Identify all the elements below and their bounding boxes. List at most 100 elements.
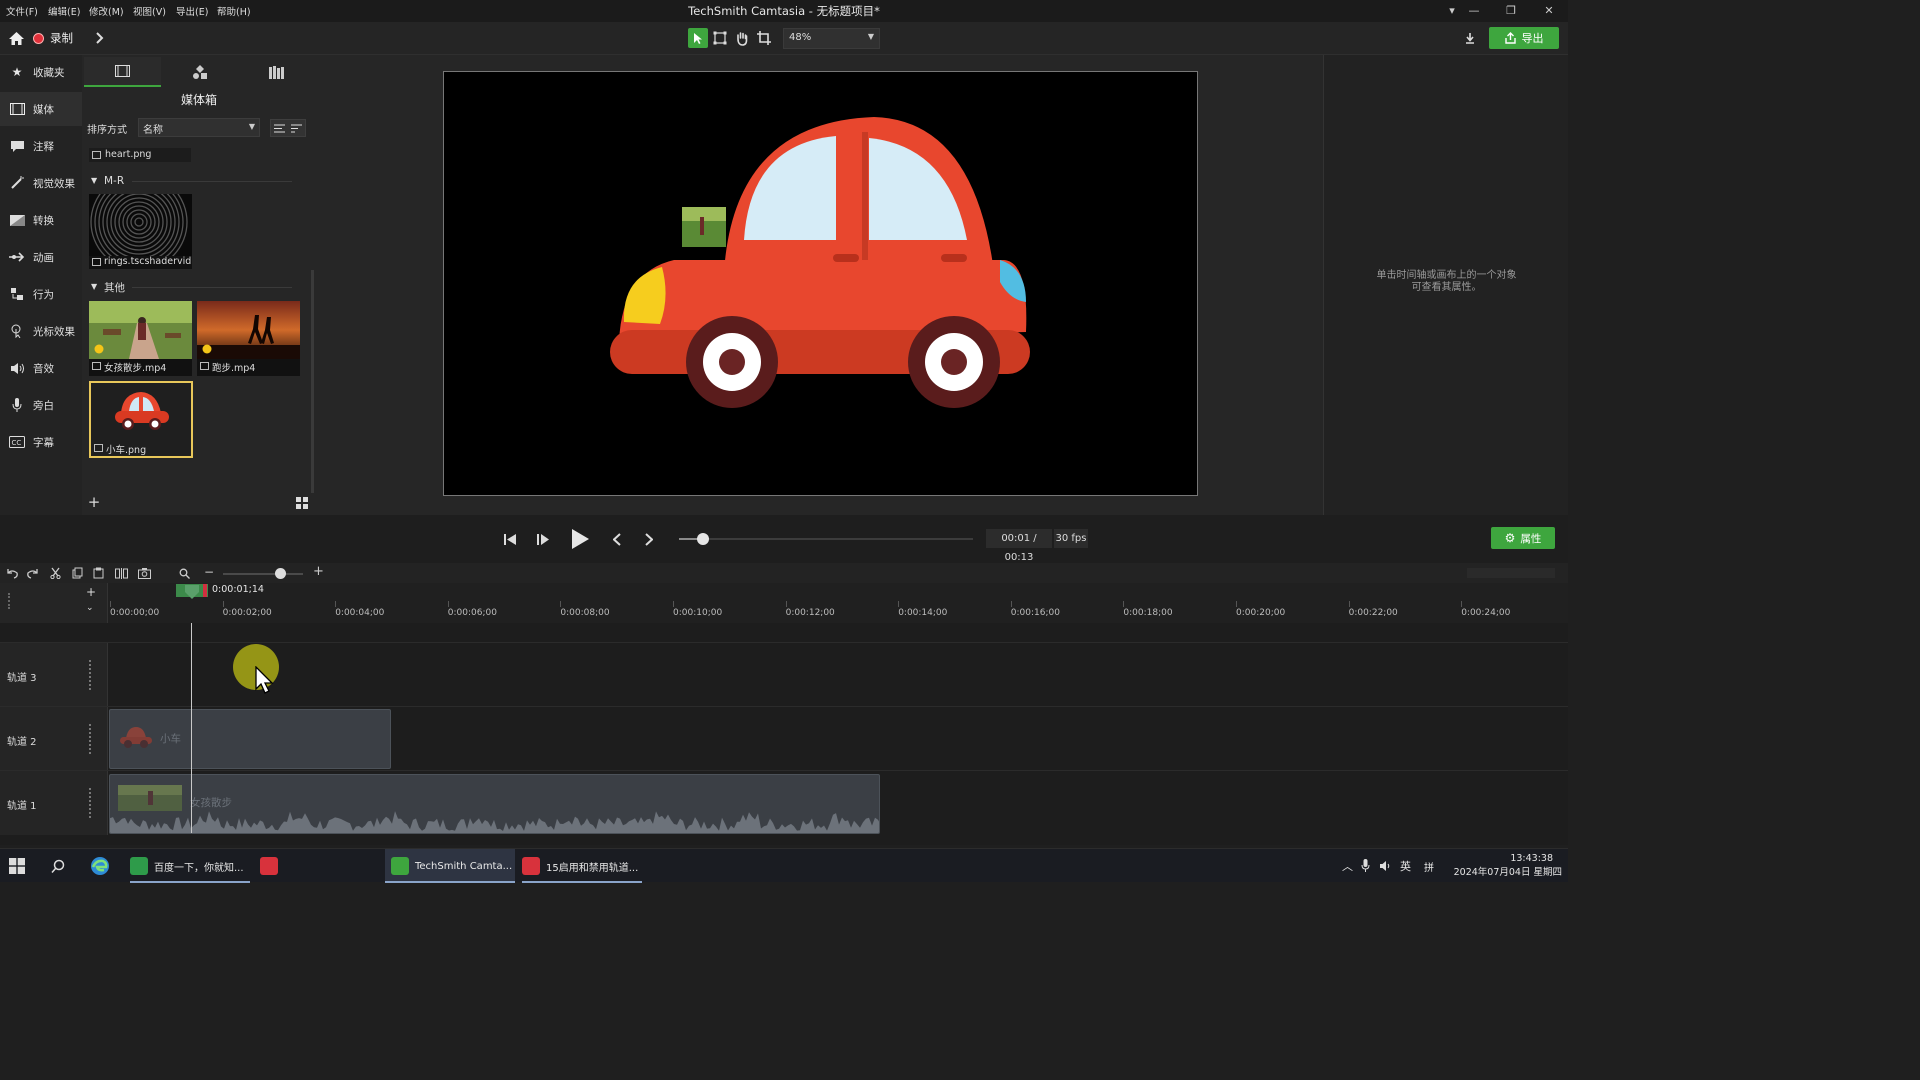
clock[interactable]: 13:43:38 2024年07月04日 星期四: [1450, 852, 1562, 880]
collapse-icon[interactable]: ▼: [91, 176, 97, 185]
export-button[interactable]: 导出: [1489, 27, 1559, 49]
transform-tool-icon[interactable]: [710, 28, 730, 48]
nav-animations[interactable]: 动画: [0, 240, 82, 274]
nav-media[interactable]: 媒体: [0, 92, 82, 126]
ime-indicator[interactable]: 英: [1400, 849, 1411, 883]
chevron-down-icon[interactable]: ⌄: [86, 603, 94, 613]
select-tool-icon[interactable]: [688, 28, 708, 48]
media-item-running[interactable]: 跑步.mp4: [197, 301, 300, 376]
nav-voice-narration[interactable]: 旁白: [0, 388, 82, 422]
add-media-button[interactable]: +: [84, 495, 104, 511]
next-icon[interactable]: [639, 529, 659, 549]
tray-volume-icon[interactable]: [1379, 849, 1392, 883]
media-item-heart[interactable]: heart.png: [89, 148, 191, 162]
track-1[interactable]: 轨道 1 女孩散步: [0, 770, 1568, 835]
cut-icon[interactable]: [45, 563, 65, 583]
ime-mode[interactable]: 拼: [1424, 849, 1434, 883]
menu-view[interactable]: 视图(V): [133, 4, 166, 18]
previous-icon[interactable]: [607, 529, 627, 549]
collapse-icon[interactable]: ▼: [91, 282, 97, 291]
tick-label: 0:00:06;00: [447, 608, 497, 618]
nav-captions[interactable]: CC 字幕: [0, 425, 82, 459]
tray-mic-icon[interactable]: [1361, 849, 1370, 883]
restore-button[interactable]: ❐: [1500, 2, 1522, 20]
dropdown-icon[interactable]: ▾: [1441, 2, 1463, 20]
nav-transitions[interactable]: 转换: [0, 203, 82, 237]
paste-icon[interactable]: [88, 563, 108, 583]
menu-file[interactable]: 文件(F): [6, 4, 38, 18]
play-frame-icon[interactable]: [533, 529, 553, 549]
menu-help[interactable]: 帮助(H): [217, 4, 251, 18]
redo-icon[interactable]: [23, 563, 43, 583]
nav-favorites[interactable]: ★ 收藏夹: [0, 55, 82, 89]
hand-tool-icon[interactable]: [732, 28, 752, 48]
minimize-button[interactable]: —: [1463, 2, 1485, 20]
nav-cursor-effects[interactable]: 光标效果: [0, 314, 82, 348]
sort-order-icon: [291, 124, 302, 132]
undo-icon[interactable]: [2, 563, 22, 583]
sort-value: 名称: [143, 125, 163, 136]
car-graphic[interactable]: [444, 72, 1197, 495]
menu-modify[interactable]: 修改(M): [89, 4, 124, 18]
view-toggle[interactable]: [270, 119, 306, 137]
clock-time: 13:43:38: [1510, 853, 1553, 864]
scrub-handle[interactable]: [696, 533, 709, 545]
taskbar-app-camtasia-recorder[interactable]: [260, 849, 284, 883]
home-icon[interactable]: [6, 28, 26, 48]
crop-tool-icon[interactable]: [754, 28, 774, 48]
track-options-icon[interactable]: [89, 660, 97, 690]
canvas[interactable]: [443, 71, 1198, 496]
download-icon[interactable]: [1460, 28, 1480, 48]
close-button[interactable]: ✕: [1538, 2, 1560, 20]
chevron-right-icon[interactable]: [90, 28, 110, 48]
nav-visual-effects[interactable]: 视觉效果: [0, 166, 82, 200]
nav-behaviors[interactable]: 行为: [0, 277, 82, 311]
copy-icon[interactable]: [67, 563, 87, 583]
track-2[interactable]: 轨道 2 小车: [0, 706, 1568, 771]
selection-end[interactable]: [203, 584, 207, 597]
camera-icon[interactable]: [134, 563, 154, 583]
tick-label: 0:00:10;00: [673, 608, 723, 618]
scrollbar[interactable]: [311, 270, 314, 493]
zoom-slider[interactable]: [223, 568, 303, 579]
tray-expand-icon[interactable]: ︿: [1342, 849, 1353, 883]
play-button[interactable]: [567, 526, 593, 552]
media-item-rings[interactable]: rings.tscshadervid: [89, 194, 192, 269]
zoom-in-button[interactable]: +: [313, 564, 324, 579]
timeline-ruler: + ⌄ 0:00:00;00 0:00:02;00 0:00:04;00 0:00:0…: [0, 583, 1568, 623]
add-track-button[interactable]: +: [86, 585, 96, 599]
edge-browser[interactable]: [90, 849, 110, 883]
menu-export[interactable]: 导出(E): [176, 4, 208, 18]
zoom-slider-handle[interactable]: [275, 568, 286, 579]
menu-edit[interactable]: 编辑(E): [48, 4, 80, 18]
timeline-scroll[interactable]: [1467, 568, 1555, 578]
tab-media-bin[interactable]: [84, 57, 161, 87]
zoom-out-button[interactable]: −: [204, 565, 214, 579]
split-icon[interactable]: [111, 563, 131, 583]
video-icon: [200, 362, 209, 370]
step-back-icon[interactable]: [500, 529, 520, 549]
nav-audio-effects[interactable]: 音效: [0, 351, 82, 385]
search-taskbar[interactable]: [51, 849, 66, 883]
track-options-icon[interactable]: [89, 788, 97, 818]
clip-girl-walk[interactable]: 女孩散步: [109, 774, 880, 834]
taskbar-app-baidu[interactable]: 百度一下，你就知...: [130, 849, 250, 883]
clip-car[interactable]: 小车: [109, 709, 391, 769]
media-item-girl-walk[interactable]: 女孩散步.mp4: [89, 301, 192, 376]
nav-annotations[interactable]: 注释: [0, 129, 82, 163]
zoom-select[interactable]: 48% ▼: [783, 28, 880, 49]
tab-library[interactable]: [161, 57, 238, 87]
start-button[interactable]: [9, 849, 25, 883]
taskbar-app-document[interactable]: 15启用和禁用轨道...: [522, 849, 642, 883]
sort-select[interactable]: 名称 ▼: [138, 118, 260, 137]
tab-quiz-library[interactable]: [238, 57, 315, 87]
properties-button[interactable]: ⚙ 属性: [1491, 527, 1555, 549]
grid-view-icon[interactable]: [290, 495, 314, 511]
track-options-icon[interactable]: [89, 724, 97, 754]
scrub-track[interactable]: [679, 533, 973, 545]
record-button[interactable]: 录制: [33, 28, 87, 48]
taskbar-app-camtasia[interactable]: TechSmith Camta...: [385, 849, 515, 883]
media-item-car[interactable]: 小车.png: [89, 381, 193, 458]
zoom-search-icon[interactable]: [174, 563, 194, 583]
playhead-handle[interactable]: [185, 585, 199, 599]
